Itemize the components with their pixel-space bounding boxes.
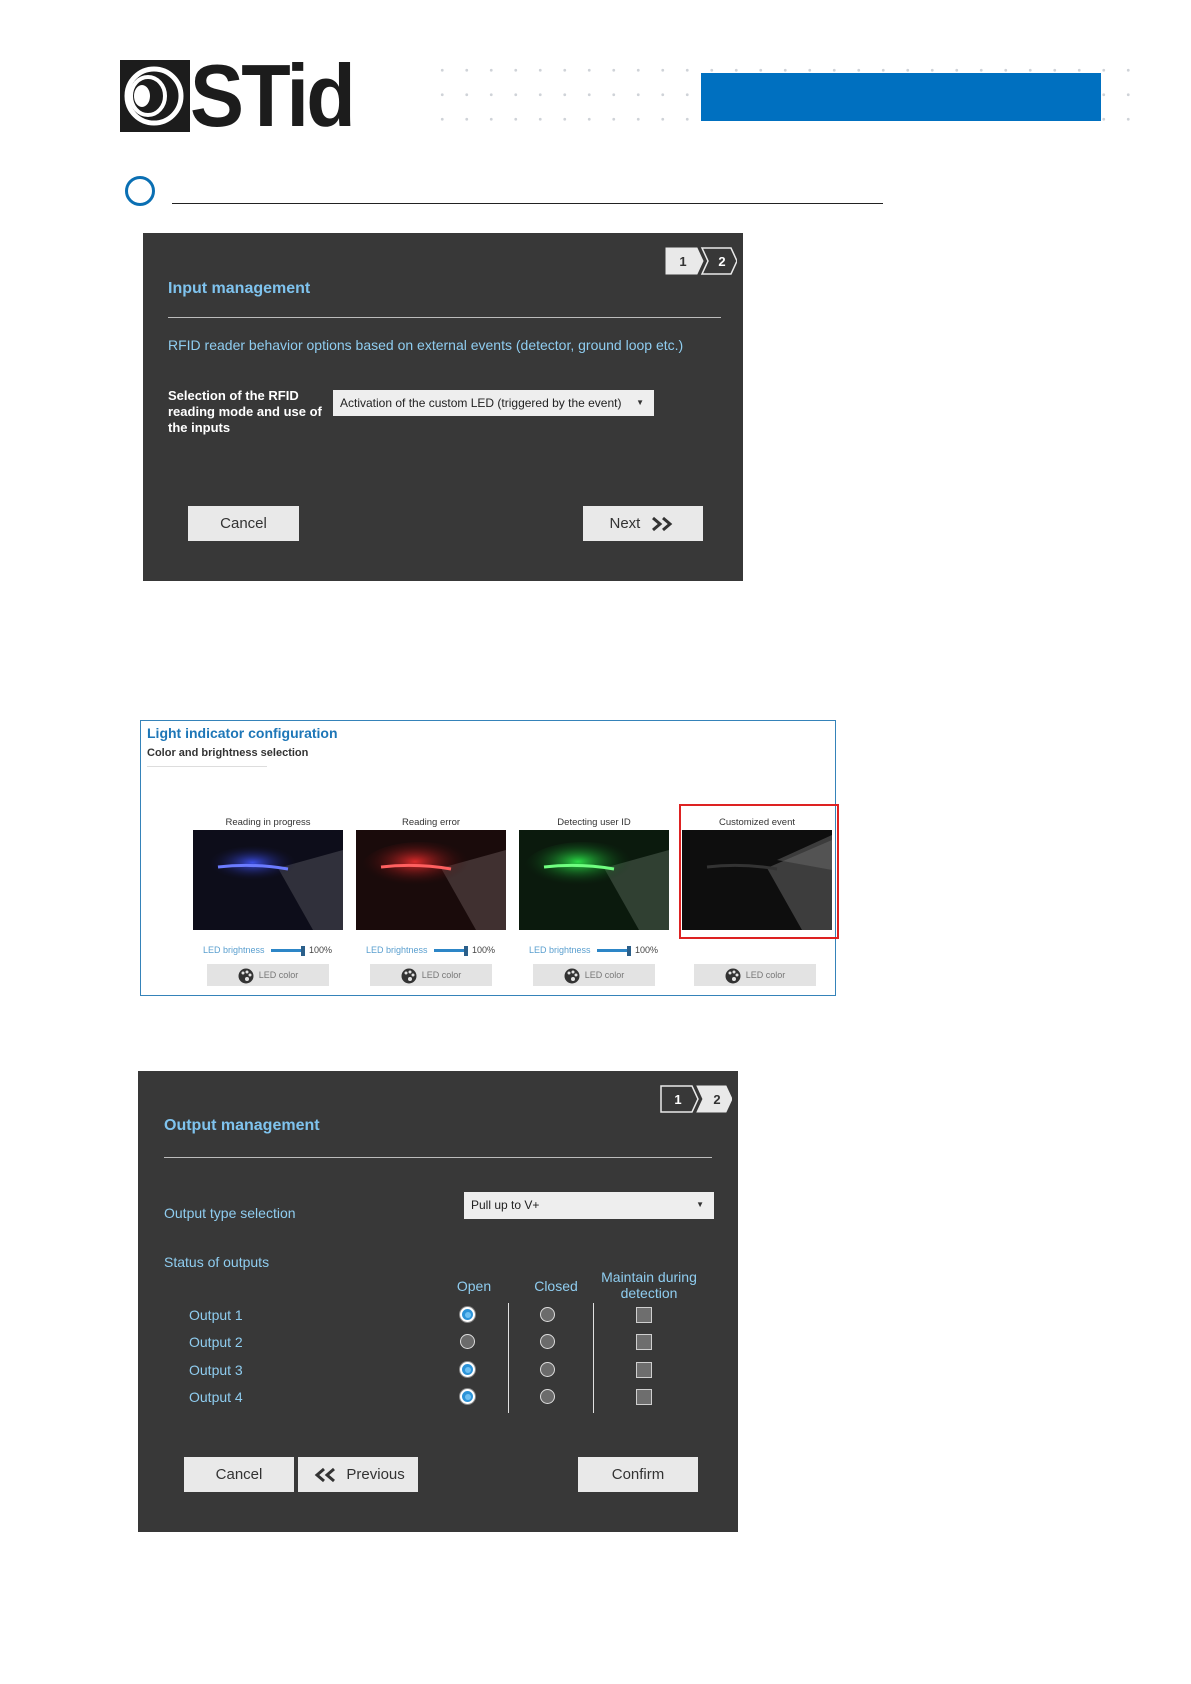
stid-logo-icon [120,60,190,132]
output-1-maintain-checkbox[interactable] [636,1307,652,1323]
reading-mode-value: Activation of the custom LED (triggered … [340,396,622,410]
reading-mode-select[interactable]: Activation of the custom LED (triggered … [333,390,654,416]
led-color-label: LED color [421,970,462,980]
output-type-value: Pull up to V+ [471,1198,540,1212]
column-open: Open [456,1278,492,1294]
confirm-button[interactable]: Confirm [578,1457,698,1492]
palette-icon [238,968,254,984]
output-3-maintain-checkbox[interactable] [636,1362,652,1378]
output-2-maintain-checkbox[interactable] [636,1334,652,1350]
output-4-maintain-checkbox[interactable] [636,1389,652,1405]
slider-handle[interactable] [464,946,468,956]
header-accent-bar [701,73,1101,121]
section-rule [172,203,883,204]
step-2-tab[interactable]: 2 [706,248,738,276]
output-1-label: Output 1 [189,1307,243,1323]
reading-mode-label: Selection of the RFID reading mode and u… [168,388,322,435]
led-brightness-slider[interactable] [271,949,303,952]
brightness-value: 100% [635,945,659,955]
dialog-title: Output management [164,1117,320,1134]
led-brightness-slider[interactable] [597,949,629,952]
column-closed: Closed [534,1278,578,1294]
title-separator [164,1157,712,1158]
previous-button[interactable]: Previous [298,1457,418,1492]
brightness-value: 100% [472,945,496,955]
output-2-label: Output 2 [189,1334,243,1350]
led-brightness-label: LED brightness [366,945,428,955]
led-color-label: LED color [745,970,786,980]
cancel-button[interactable]: Cancel [184,1457,294,1492]
card-name-reading-error: Reading error [401,817,461,828]
output-2-open-radio[interactable] [460,1334,475,1349]
output-type-label: Output type selection [164,1205,296,1221]
output-4-open-radio[interactable] [460,1389,475,1404]
output-4-label: Output 4 [189,1389,243,1405]
column-divider [593,1303,594,1413]
light-panel-title: Light indicator configuration [147,725,338,741]
led-color-button[interactable]: LED color [533,964,655,986]
double-chevron-right-icon [651,516,672,532]
output-management-dialog: 1 2 Output management Output type select… [138,1071,738,1532]
led-color-button[interactable]: LED color [207,964,329,986]
led-color-label: LED color [584,970,625,980]
dropdown-arrow-icon: ▼ [696,1200,704,1209]
previous-button-label: Previous [346,1465,405,1483]
title-separator [168,317,721,318]
led-brightness-slider[interactable] [434,949,466,952]
output-3-open-radio[interactable] [460,1362,475,1377]
led-preview-red[interactable] [356,830,506,930]
palette-icon [564,968,580,984]
output-3-label: Output 3 [189,1362,243,1378]
brand-logo-text: STid [190,46,356,145]
card-name-detecting-user: Detecting user ID [557,817,631,828]
output-type-select[interactable]: Pull up to V+ ▼ [464,1192,714,1219]
output-4-closed-radio[interactable] [540,1389,555,1404]
slider-handle[interactable] [627,946,631,956]
next-button[interactable]: Next [583,506,703,541]
status-of-outputs-label: Status of outputs [164,1254,270,1270]
led-brightness-label: LED brightness [203,945,265,955]
dialog-title: Input management [168,280,311,297]
double-chevron-left-icon [314,1467,336,1483]
section-bullet-circle [125,176,155,206]
output-1-closed-radio[interactable] [540,1307,555,1322]
card-name-reading-progress: Reading in progress [225,817,311,828]
light-panel-subtitle: Color and brightness selection [147,747,309,759]
column-divider [508,1303,509,1413]
output-3-closed-radio[interactable] [540,1362,555,1377]
reader-led-image [356,830,506,930]
reader-led-image [193,830,343,930]
led-preview-blue[interactable] [193,830,343,930]
output-2-closed-radio[interactable] [540,1334,555,1349]
column-maintain: Maintain during detection [601,1269,697,1301]
step-1-tab[interactable]: 1 [660,1086,696,1114]
step-1-tab[interactable]: 1 [665,248,701,276]
output-1-open-radio[interactable] [460,1307,475,1322]
cancel-button[interactable]: Cancel [188,506,299,541]
step-2-tab[interactable]: 2 [701,1086,733,1114]
palette-icon [725,968,741,984]
dropdown-arrow-icon: ▼ [636,398,644,407]
subtitle-underline [147,766,267,767]
selected-card-highlight [679,804,839,939]
palette-icon [401,968,417,984]
light-indicator-panel: Light indicator configuration Color and … [140,720,839,996]
led-brightness-label: LED brightness [529,945,591,955]
brightness-value: 100% [309,945,333,955]
next-button-label: Next [609,514,641,532]
slider-handle[interactable] [301,946,305,956]
input-management-dialog: 1 2 Input management RFID reader behavio… [143,233,743,581]
led-color-button[interactable]: LED color [694,964,816,986]
led-color-button[interactable]: LED color [370,964,492,986]
led-preview-green[interactable] [519,830,669,930]
led-color-label: LED color [258,970,299,980]
dialog-description: RFID reader behavior options based on ex… [168,337,684,353]
reader-led-image [519,830,669,930]
